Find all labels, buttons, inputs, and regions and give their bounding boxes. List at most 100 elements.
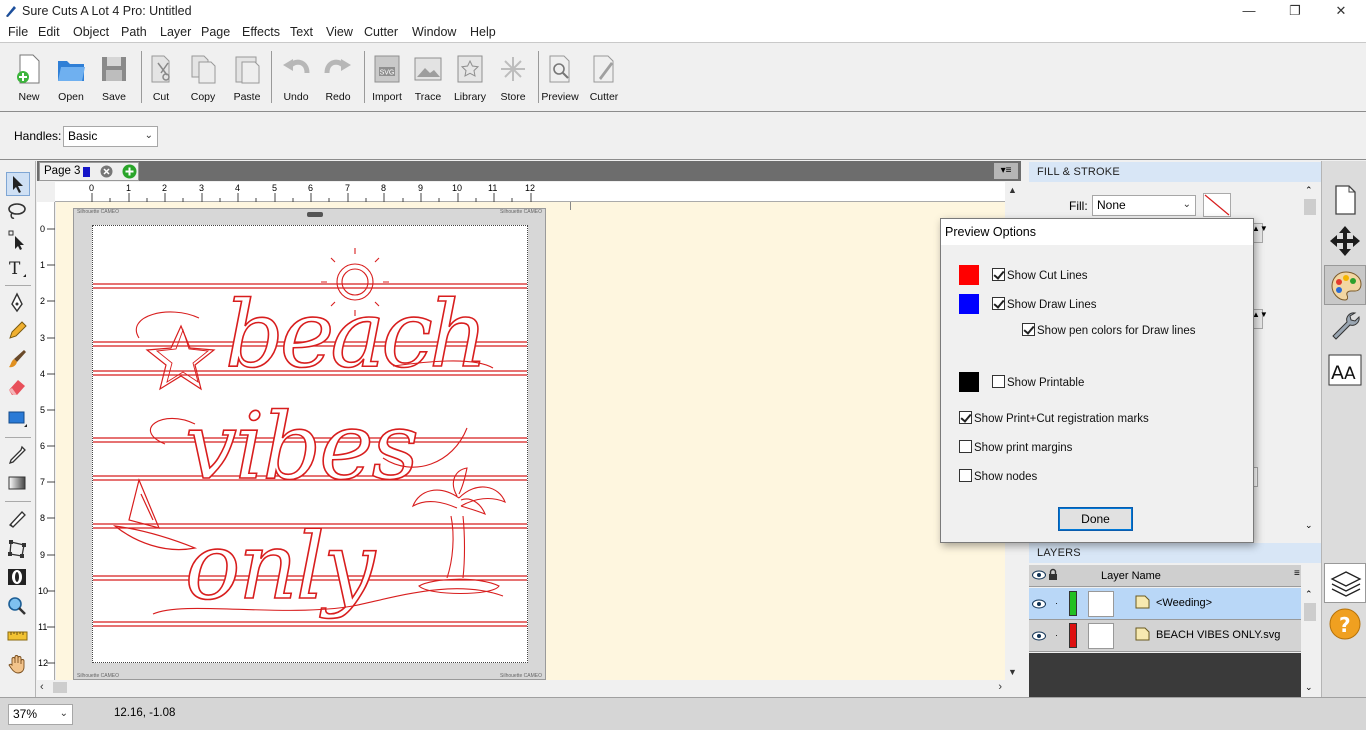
document-panel-icon[interactable] [1328,183,1362,217]
layers-scrollbar[interactable]: ⌃ ⌄ [1301,587,1319,697]
scroll-up-icon[interactable]: ▲ [1008,185,1017,195]
cut-line-color-swatch[interactable] [959,265,979,285]
new-button[interactable]: New [7,49,51,107]
wrench-icon[interactable] [1328,309,1362,343]
show-registration-marks-checkbox[interactable] [959,411,972,424]
pen-tool[interactable] [6,292,30,316]
menu-object[interactable]: Object [73,25,109,39]
lasso-tool[interactable] [6,200,30,224]
minimize-button[interactable]: — [1226,0,1272,22]
menu-window[interactable]: Window [412,25,456,39]
fill-color-swatch[interactable] [1203,193,1231,217]
show-nodes-option[interactable]: Show nodes [959,469,1037,483]
scroll-right-icon[interactable]: › [998,681,1002,693]
scroll-thumb[interactable] [1304,603,1316,621]
show-printable-checkbox[interactable] [992,375,1005,388]
layers-menu-icon[interactable]: ≡ [1294,568,1300,579]
node-tool[interactable] [6,228,30,252]
layer-row-beach-vibes[interactable]: · BEACH VIBES ONLY.svg [1029,620,1301,652]
close-tab-icon[interactable] [100,165,113,178]
menu-view[interactable]: View [326,25,353,39]
redo-button[interactable]: Redo [316,49,360,107]
brush-tool[interactable] [6,348,30,372]
menu-cutter[interactable]: Cutter [364,25,398,39]
scroll-down-icon[interactable]: ⌄ [1305,520,1313,531]
scroll-thumb[interactable] [1304,199,1316,215]
scroll-left-icon[interactable]: ‹ [40,681,44,693]
gradient-tool[interactable] [6,472,30,496]
tab-menu-icon[interactable]: ▾≡ [994,163,1018,179]
printable-color-swatch[interactable] [959,372,979,392]
measure-tool[interactable] [6,625,30,649]
transform-tool[interactable] [6,537,30,561]
menu-layer[interactable]: Layer [160,25,191,39]
hand-tool[interactable] [6,653,30,677]
lock-dot[interactable]: · [1055,630,1058,640]
fill-stroke-scrollbar[interactable]: ⌃ ⌄ [1301,183,1319,535]
visibility-eye-icon[interactable] [1032,599,1046,609]
open-button[interactable]: Open [49,49,93,107]
paste-button[interactable]: Paste [225,49,269,107]
library-button[interactable]: Library [448,49,492,107]
shape-tool[interactable] [6,407,30,431]
menu-edit[interactable]: Edit [38,25,60,39]
undo-button[interactable]: Undo [274,49,318,107]
copy-button[interactable]: Copy [181,49,225,107]
scroll-up-icon[interactable]: ⌃ [1305,589,1313,600]
zoom-select[interactable]: 37% ⌄ [8,704,73,725]
eraser-tool[interactable] [6,375,30,399]
blend-tool[interactable] [6,566,30,590]
handles-select[interactable]: Basic ⌄ [63,126,158,147]
zoom-tool[interactable] [6,595,30,619]
canvas-horizontal-scrollbar[interactable]: ‹ › [37,680,1005,696]
show-draw-lines-option[interactable]: Show Draw Lines [992,297,1096,311]
show-print-margins-checkbox[interactable] [959,440,972,453]
fill-select[interactable]: None ⌄ [1092,195,1196,216]
layer-row-weeding[interactable]: · <Weeding> [1029,588,1301,620]
close-window-button[interactable]: ✕ [1318,0,1364,22]
design-canvas[interactable]: Silhouette CAMEO Silhouette CAMEO Silhou… [56,202,1005,680]
trace-button[interactable]: Trace [406,49,450,107]
menu-effects[interactable]: Effects [242,25,280,39]
knife-tool[interactable] [6,507,30,531]
scroll-thumb[interactable] [53,682,67,693]
maximize-button[interactable]: ❐ [1272,0,1318,22]
save-button[interactable]: Save [92,49,136,107]
show-printable-option[interactable]: Show Printable [992,375,1084,389]
show-pen-colors-option[interactable]: Show pen colors for Draw lines [1022,323,1196,337]
menu-file[interactable]: File [8,25,28,39]
preview-button[interactable]: Preview [538,49,582,107]
show-draw-lines-checkbox[interactable] [992,297,1005,310]
scroll-down-icon[interactable]: ▼ [1008,667,1017,677]
move-arrows-icon[interactable] [1328,224,1362,258]
help-question-icon[interactable]: ? [1328,607,1362,641]
lock-dot[interactable]: · [1055,598,1058,608]
visibility-eye-icon[interactable] [1032,631,1046,641]
show-print-margins-option[interactable]: Show print margins [959,440,1072,454]
text-tool[interactable]: T [6,257,30,281]
tab-page-3[interactable]: Page 3 [39,162,139,181]
cutter-button[interactable]: Cutter [582,49,626,107]
show-cut-lines-option[interactable]: Show Cut Lines [992,268,1088,282]
show-pen-colors-checkbox[interactable] [1022,323,1035,336]
fill-stroke-tab[interactable] [1324,265,1366,305]
select-tool[interactable] [6,172,30,196]
menu-text[interactable]: Text [290,25,313,39]
draw-line-color-swatch[interactable] [959,294,979,314]
layers-tab[interactable] [1324,563,1366,603]
store-button[interactable]: Store [491,49,535,107]
eyedropper-tool[interactable] [6,444,30,468]
show-cut-lines-checkbox[interactable] [992,268,1005,281]
pencil-tool[interactable] [6,320,30,344]
show-nodes-checkbox[interactable] [959,469,972,482]
menu-path[interactable]: Path [121,25,147,39]
menu-help[interactable]: Help [470,25,496,39]
menu-page[interactable]: Page [201,25,230,39]
scroll-down-icon[interactable]: ⌄ [1305,682,1313,693]
scroll-up-icon[interactable]: ⌃ [1305,185,1313,196]
import-button[interactable]: SVG Import [365,49,409,107]
show-registration-marks-option[interactable]: Show Print+Cut registration marks [959,411,1149,425]
cut-button[interactable]: Cut [139,49,183,107]
done-button[interactable]: Done [1058,507,1133,531]
add-page-icon[interactable] [122,164,137,179]
